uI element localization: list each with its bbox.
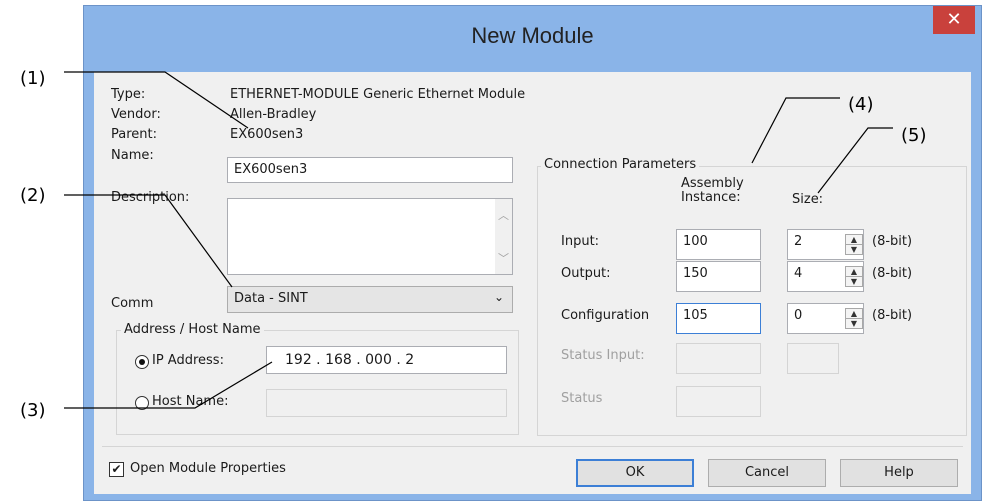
- ip-address-input[interactable]: 192 . 168 . 000 . 2: [266, 346, 507, 374]
- callout-2: (2): [20, 185, 46, 206]
- assembly-instance-input[interactable]: 100: [676, 229, 761, 260]
- assembly-instance-input[interactable]: 105: [676, 303, 761, 334]
- assembly-instance-header: Assembly Instance:: [681, 176, 744, 205]
- conn-row-label: Output:: [561, 266, 611, 281]
- assembly-instance-input[interactable]: [676, 386, 761, 417]
- size-unit-label: (8-bit): [872, 234, 913, 249]
- footer-separator: [102, 446, 963, 447]
- name-input[interactable]: EX600sen3: [227, 157, 513, 183]
- type-value: ETHERNET-MODULE Generic Ethernet Module: [230, 87, 526, 102]
- size-header: Size:: [792, 192, 824, 207]
- dialog-client-area: Type: ETHERNET-MODULE Generic Ethernet M…: [94, 72, 971, 494]
- conn-row-label: Status: [561, 391, 603, 406]
- open-properties-label[interactable]: Open Module Properties: [130, 461, 286, 476]
- title-bar[interactable]: New Module ✕: [84, 6, 981, 72]
- new-module-dialog: New Module ✕ Type: ETHERNET-MODULE Gener…: [84, 6, 981, 500]
- size-input[interactable]: [787, 343, 839, 374]
- size-unit-label: (8-bit): [872, 308, 913, 323]
- spinner-up-icon[interactable]: ▲: [846, 235, 862, 245]
- description-label: Description:: [111, 190, 190, 205]
- conn-row-label: Status Input:: [561, 348, 645, 363]
- size-spinner[interactable]: ▲ ▼: [845, 308, 863, 329]
- cancel-button[interactable]: Cancel: [708, 459, 826, 487]
- spinner-up-icon[interactable]: ▲: [846, 267, 862, 277]
- conn-row-label: Configuration: [561, 308, 650, 323]
- host-name-label[interactable]: Host Name:: [152, 394, 228, 409]
- callout-1: (1): [20, 68, 46, 89]
- description-scrollbar[interactable]: ︿ ﹀: [495, 199, 512, 274]
- size-spinner[interactable]: ▲ ▼: [845, 234, 863, 255]
- spinner-up-icon[interactable]: ▲: [846, 309, 862, 319]
- conn-row-label: Input:: [561, 234, 600, 249]
- assembly-instance-input[interactable]: 150: [676, 261, 761, 292]
- comm-selected-value: Data - SINT: [234, 291, 308, 306]
- parent-label: Parent:: [111, 127, 157, 142]
- window-title: New Module: [471, 23, 594, 48]
- host-name-radio[interactable]: [135, 396, 149, 410]
- ip-address-radio[interactable]: [135, 355, 149, 369]
- spinner-down-icon[interactable]: ▼: [846, 319, 862, 329]
- description-textarea[interactable]: ︿ ﹀: [227, 198, 513, 275]
- callout-4: (4): [848, 94, 874, 115]
- vendor-label: Vendor:: [111, 107, 161, 122]
- help-button[interactable]: Help: [840, 459, 958, 487]
- comm-select[interactable]: Data - SINT ⌄: [227, 286, 513, 313]
- chevron-down-icon: ⌄: [493, 290, 504, 304]
- name-label: Name:: [111, 148, 154, 163]
- scroll-down-icon[interactable]: ﹀: [498, 250, 509, 266]
- address-group-title: Address / Host Name: [121, 322, 264, 337]
- callout-3: (3): [20, 400, 46, 421]
- ip-address-label[interactable]: IP Address:: [152, 353, 224, 368]
- ok-button[interactable]: OK: [576, 459, 694, 487]
- connection-parameters-title: Connection Parameters: [541, 157, 700, 172]
- vendor-value: Allen-Bradley: [230, 107, 317, 122]
- open-properties-checkbox[interactable]: ✔: [109, 462, 124, 477]
- size-spinner[interactable]: ▲ ▼: [845, 266, 863, 287]
- callout-5: (5): [901, 125, 927, 146]
- parent-value: EX600sen3: [230, 127, 304, 142]
- assembly-instance-input[interactable]: [676, 343, 761, 374]
- close-button[interactable]: ✕: [933, 6, 975, 34]
- size-unit-label: (8-bit): [872, 266, 913, 281]
- type-label: Type:: [111, 87, 146, 102]
- comm-label: Comm: [111, 296, 154, 311]
- host-name-input[interactable]: [266, 389, 507, 417]
- scroll-up-icon[interactable]: ︿: [498, 207, 509, 223]
- radio-selected-dot: [139, 359, 145, 365]
- spinner-down-icon[interactable]: ▼: [846, 277, 862, 287]
- spinner-down-icon[interactable]: ▼: [846, 245, 862, 255]
